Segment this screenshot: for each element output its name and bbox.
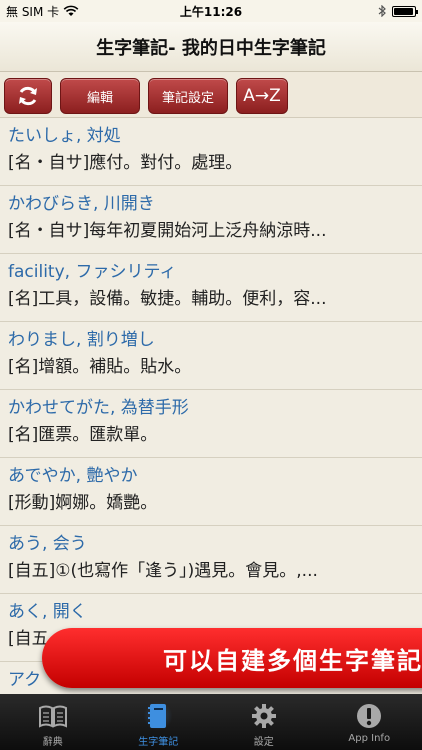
list-item[interactable]: かわびらき, 川開き [名・自サ]每年初夏開始河上泛舟納涼時... bbox=[0, 186, 422, 254]
tab-dictionary[interactable]: 辭典 bbox=[0, 694, 106, 750]
nav-bar: 生字筆記- 我的日中生字筆記 bbox=[0, 22, 422, 72]
entry-meaning: [名・自サ]每年初夏開始河上泛舟納涼時... bbox=[8, 221, 327, 241]
book-icon bbox=[38, 702, 68, 730]
tab-label: 生字筆記 bbox=[138, 737, 179, 748]
entry-meaning: [名・自サ]應付。對付。處理。 bbox=[8, 153, 243, 173]
list-item[interactable]: あでやか, 艶やか [形動]婀娜。嬌艷。 bbox=[0, 458, 422, 526]
tab-app-info[interactable]: App Info bbox=[317, 694, 422, 750]
sort-az-button[interactable]: A→Z bbox=[236, 78, 288, 114]
vocab-list[interactable]: たいしょ, 対処 [名・自サ]應付。對付。處理。 かわびらき, 川開き [名・自… bbox=[0, 118, 422, 694]
entry-meaning: [名]增額。補貼。貼水。 bbox=[8, 357, 192, 377]
gear-icon bbox=[249, 702, 279, 730]
notebook-icon bbox=[143, 702, 174, 730]
wifi-icon bbox=[63, 5, 79, 16]
bluetooth-icon bbox=[378, 5, 386, 17]
list-item[interactable]: かわせてがた, 為替手形 [名]匯票。匯款單。 bbox=[0, 390, 422, 458]
entry-word: たいしょ, 対処 bbox=[8, 126, 121, 146]
info-icon bbox=[354, 702, 384, 730]
tab-settings[interactable]: 設定 bbox=[211, 694, 317, 750]
entry-meaning: [自五]①(也寫作「逢う」)遇見。會見。,... bbox=[8, 561, 318, 581]
refresh-icon bbox=[19, 86, 37, 106]
tab-label: 設定 bbox=[253, 737, 274, 748]
tab-label: App Info bbox=[348, 733, 391, 744]
promo-text: 可以自建多個生字筆記 bbox=[163, 646, 422, 675]
battery-icon bbox=[392, 5, 418, 17]
note-settings-button[interactable]: 筆記設定 bbox=[148, 78, 228, 114]
promo-banner: 可以自建多個生字筆記 bbox=[42, 628, 422, 688]
list-item[interactable]: わりまし, 割り増し [名]增額。補貼。貼水。 bbox=[0, 322, 422, 390]
entry-meaning: [形動]婀娜。嬌艷。 bbox=[8, 493, 158, 513]
list-item[interactable]: facility, ファシリティ [名]工具，設備。敏捷。輔助。便利，容... bbox=[0, 254, 422, 322]
entry-meaning: [名]匯票。匯款單。 bbox=[8, 425, 158, 445]
entry-word: わりまし, 割り増し bbox=[8, 330, 155, 350]
entry-word: facility, ファシリティ bbox=[8, 262, 177, 282]
entry-meaning: [名]工具，設備。敏捷。輔助。便利，容... bbox=[8, 289, 327, 309]
tab-vocab-notes[interactable]: 生字筆記 bbox=[106, 694, 212, 750]
status-left: 無 SIM 卡 bbox=[6, 3, 79, 20]
tab-bar: 辭典 生字筆記 設定 App Info bbox=[0, 694, 422, 750]
entry-word: あう, 会う bbox=[8, 534, 87, 554]
page-title: 生字筆記- 我的日中生字筆記 bbox=[96, 37, 326, 59]
list-item[interactable]: あう, 会う [自五]①(也寫作「逢う」)遇見。會見。,... bbox=[0, 526, 422, 594]
list-item[interactable]: たいしょ, 対処 [名・自サ]應付。對付。處理。 bbox=[0, 118, 422, 186]
refresh-button[interactable] bbox=[4, 78, 52, 114]
tab-label: 辭典 bbox=[42, 737, 63, 748]
entry-word: あく, 開く bbox=[8, 602, 87, 622]
status-bar: 無 SIM 卡 上午11:26 bbox=[0, 0, 422, 22]
carrier-label: 無 SIM 卡 bbox=[6, 4, 60, 19]
edit-button[interactable]: 編輯 bbox=[60, 78, 140, 114]
entry-word: かわせてがた, 為替手形 bbox=[8, 398, 189, 418]
entry-word: あでやか, 艶やか bbox=[8, 466, 138, 486]
status-right bbox=[378, 5, 418, 17]
entry-word: かわびらき, 川開き bbox=[8, 194, 155, 214]
toolbar: 編輯 筆記設定 A→Z bbox=[0, 72, 422, 118]
